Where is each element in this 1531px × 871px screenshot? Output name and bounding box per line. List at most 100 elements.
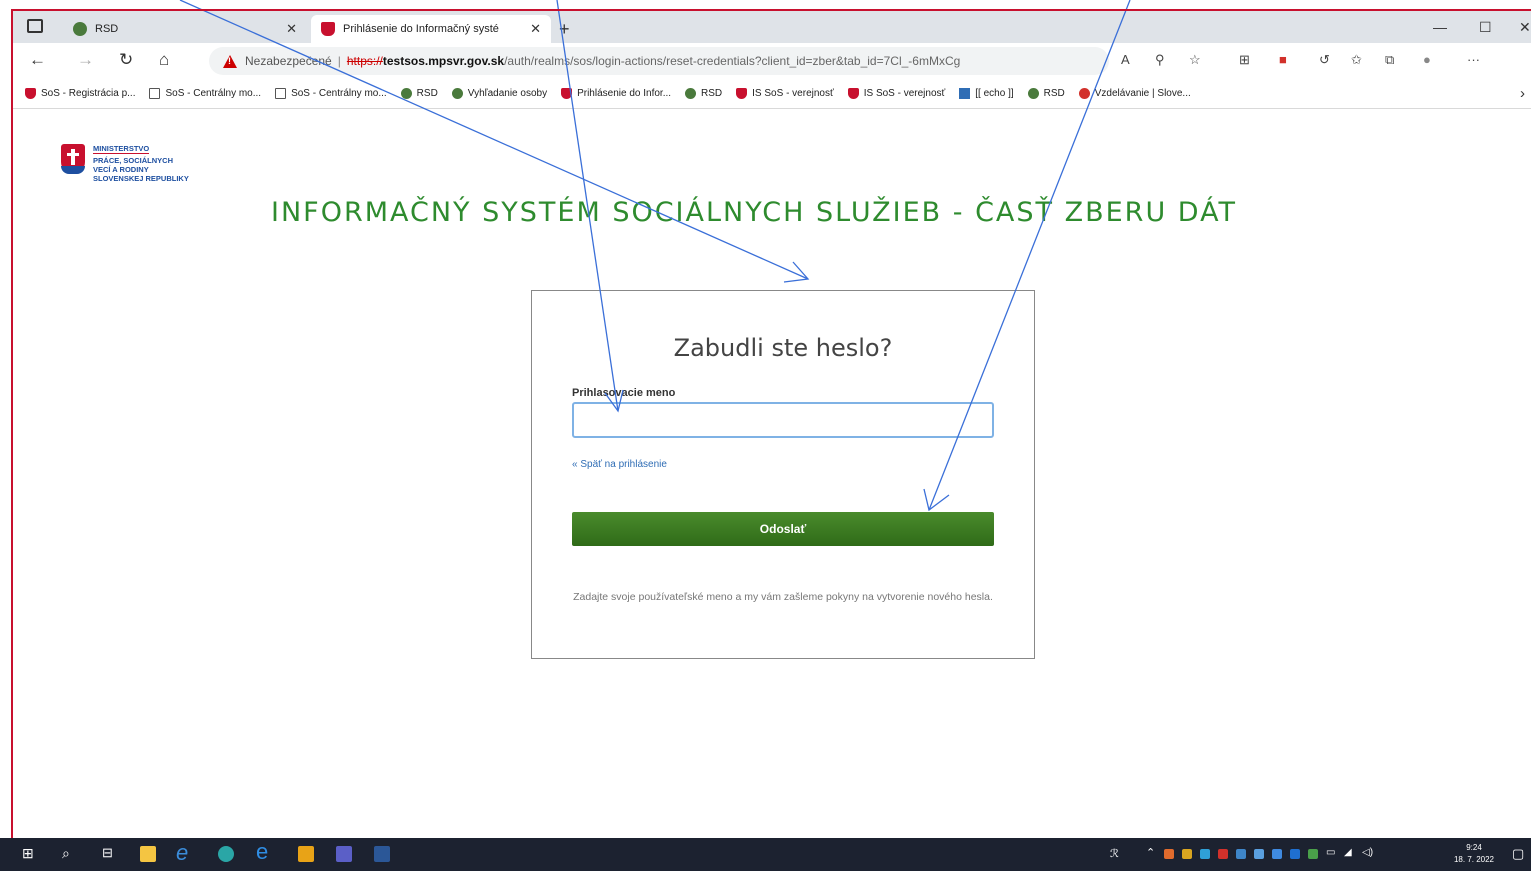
window-menu-icon[interactable] xyxy=(27,19,43,33)
profile-avatar-icon[interactable]: ● xyxy=(1423,52,1431,67)
word-icon[interactable] xyxy=(374,846,390,862)
form-title: Zabudli ste heslo? xyxy=(673,334,893,362)
search-icon[interactable]: ⌕ xyxy=(62,845,70,862)
tab-prihlasenie[interactable]: Prihlásenie do Informačný systé ✕ xyxy=(311,15,551,43)
favorite-item[interactable]: [[ echo ]] xyxy=(959,88,1014,99)
extension-red-icon[interactable]: ■ xyxy=(1279,52,1287,67)
outlook-icon[interactable] xyxy=(298,846,314,862)
notification-icon[interactable]: ▢ xyxy=(1512,846,1524,862)
more-menu-icon[interactable]: ··· xyxy=(1467,52,1480,67)
volume-icon[interactable]: ◁) xyxy=(1362,847,1373,858)
address-bar[interactable]: Nezabezpečené | https:// testsos.mpsvr.g… xyxy=(209,47,1109,75)
page-title: INFORMAČNÝ SYSTÉM SOCIÁLNYCH SLUŽIEB - Č… xyxy=(271,197,1237,228)
maximize-icon[interactable]: ☐ xyxy=(1479,19,1492,36)
tab-close-icon[interactable]: ✕ xyxy=(286,21,297,37)
warning-icon xyxy=(223,54,237,68)
page-icon xyxy=(149,88,161,99)
tray-app-icon[interactable] xyxy=(1182,849,1192,859)
tray-app-icon[interactable] xyxy=(1272,849,1282,859)
teams-icon[interactable] xyxy=(336,846,352,862)
edge-legacy-icon[interactable]: e xyxy=(256,839,268,865)
favorite-label: RSD xyxy=(701,88,723,99)
favorite-item[interactable]: IS SoS - verejnosť xyxy=(736,88,834,99)
tab-label: Prihlásenie do Informačný systé xyxy=(343,23,499,35)
address-scheme: https:// xyxy=(346,54,383,68)
screenshot-frame: RSD ✕ Prihlásenie do Informačný systé ✕ … xyxy=(0,0,1531,871)
tab-rsd[interactable]: RSD ✕ xyxy=(63,15,307,43)
edge-icon[interactable] xyxy=(218,846,234,862)
tab-close-icon[interactable]: ✕ xyxy=(530,21,541,37)
chevron-up-icon[interactable]: ⌃ xyxy=(1146,846,1155,859)
extension-icon[interactable]: ⊞ xyxy=(1239,52,1250,68)
share-icon[interactable]: ⚲ xyxy=(1155,52,1165,68)
tray-app-icon[interactable] xyxy=(1218,849,1228,859)
favorite-item[interactable]: Vyhľadanie osoby xyxy=(451,88,548,99)
new-tab-icon[interactable]: + xyxy=(559,19,570,40)
minimize-icon[interactable]: — xyxy=(1433,19,1447,35)
favorite-label: IS SoS - verejnosť xyxy=(752,88,834,99)
favorites-icon[interactable]: ✩ xyxy=(1351,52,1362,68)
network-icon[interactable]: ◢ xyxy=(1344,847,1352,858)
people-tray-icon[interactable]: ℛ xyxy=(1110,847,1119,860)
add-favorite-icon[interactable]: ☆ xyxy=(1189,52,1201,68)
refresh-extension-icon[interactable]: ↺ xyxy=(1319,52,1330,68)
favorite-item[interactable]: IS SoS - verejnosť xyxy=(847,88,946,99)
tray-app-icon[interactable] xyxy=(1254,849,1264,859)
tray-app-icon[interactable] xyxy=(1200,849,1210,859)
logo-line-4: SLOVENSKEJ REPUBLIKY xyxy=(93,174,189,183)
reload-icon[interactable]: ↻ xyxy=(119,50,133,70)
taskbar-clock[interactable]: 9:24 18. 7. 2022 xyxy=(1450,842,1498,866)
form-hint: Zadajte svoje používateľské meno a my vá… xyxy=(573,591,993,603)
back-to-login-link[interactable]: « Späť na prihlásenie xyxy=(572,459,667,470)
collections-icon[interactable]: ⧉ xyxy=(1385,52,1394,68)
favorite-item[interactable]: Prihlásenie do Infor... xyxy=(561,88,671,99)
favorite-item[interactable]: RSD xyxy=(685,88,722,99)
close-window-icon[interactable]: ✕ xyxy=(1519,19,1531,36)
book-icon xyxy=(959,88,971,99)
tray-app-icon[interactable] xyxy=(1236,849,1246,859)
favorite-item[interactable]: SoS - Centrálny mo... xyxy=(275,88,387,99)
browser-tab-bar: RSD ✕ Prihlásenie do Informačný systé ✕ … xyxy=(13,11,1531,43)
people-icon xyxy=(73,22,87,36)
favorite-item[interactable]: SoS - Centrálny mo... xyxy=(149,88,261,99)
shield-icon xyxy=(25,88,36,99)
favorite-label: RSD xyxy=(416,88,438,99)
chevron-right-icon[interactable]: › xyxy=(1520,85,1525,102)
windows-taskbar: ⊞ ⌕ ⊟ e e ℛ ⌃ ▭ ◢ ◁) 9:24 18. 7. 2022 ▢ xyxy=(0,838,1531,871)
submit-button[interactable]: Odoslať xyxy=(572,512,994,546)
forward-arrow-icon[interactable]: → xyxy=(77,50,94,70)
people-icon xyxy=(685,88,697,99)
back-arrow-icon[interactable]: ← xyxy=(29,50,46,70)
internet-explorer-icon[interactable]: e xyxy=(176,840,188,866)
frame-border-top xyxy=(11,9,1531,11)
favorite-item[interactable]: SoS - Registrácia p... xyxy=(25,88,135,99)
address-host: testsos.mpsvr.gov.sk xyxy=(382,54,505,68)
address-separator: | xyxy=(337,54,341,68)
favorite-label: Vyhľadanie osoby xyxy=(467,88,548,99)
page-icon xyxy=(275,88,287,99)
bluetooth-icon[interactable] xyxy=(1290,849,1300,859)
page-content: MINISTERSTVO PRÁCE, SOCIÁLNYCH VECÍ A RO… xyxy=(13,110,1531,837)
battery-icon[interactable]: ▭ xyxy=(1326,847,1335,858)
frame-border-left xyxy=(11,10,13,838)
task-view-icon[interactable]: ⊟ xyxy=(102,845,113,861)
favorite-label: IS SoS - verejnosť xyxy=(863,88,946,99)
home-icon[interactable]: ⌂ xyxy=(159,50,169,70)
username-input[interactable] xyxy=(572,402,994,438)
clock-date: 18. 7. 2022 xyxy=(1453,855,1495,864)
tray-app-icon[interactable] xyxy=(1164,849,1174,859)
tab-label: RSD xyxy=(95,23,119,35)
favorite-label: [[ echo ]] xyxy=(975,88,1014,99)
favorite-item[interactable]: RSD xyxy=(1027,88,1065,99)
read-aloud-icon[interactable]: A xyxy=(1121,52,1130,67)
favorite-label: RSD xyxy=(1043,88,1065,99)
address-path: /auth/realms/sos/login-actions/reset-cre… xyxy=(504,54,961,68)
favorite-item[interactable]: RSD xyxy=(400,88,438,99)
reset-password-card: Zabudli ste heslo? Prihlasovacie meno « … xyxy=(531,290,1035,659)
favorite-item[interactable]: Vzdelávanie | Slove... xyxy=(1078,88,1191,99)
file-explorer-icon[interactable] xyxy=(140,846,156,862)
windows-start-icon[interactable]: ⊞ xyxy=(22,845,34,862)
tray-app-icon[interactable] xyxy=(1308,849,1318,859)
favorite-label: Prihlásenie do Infor... xyxy=(577,88,672,99)
people-icon xyxy=(400,88,412,99)
